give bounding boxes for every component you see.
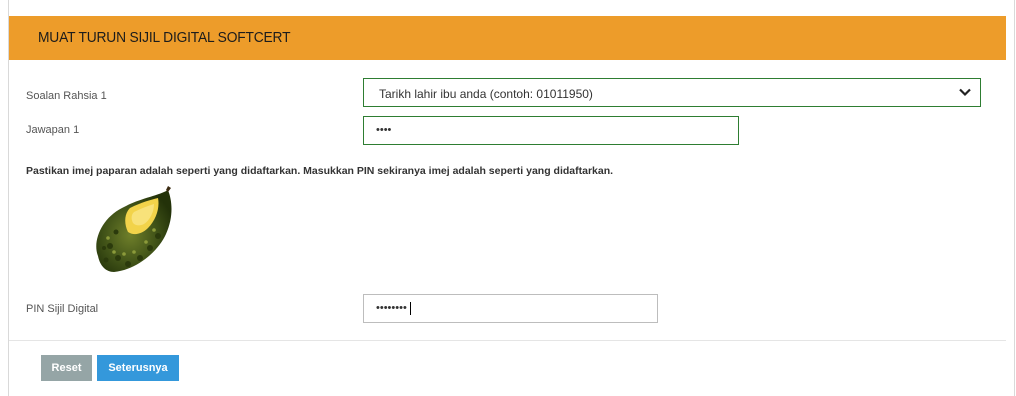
answer-input[interactable]: •••• (363, 116, 739, 145)
secret-question-select[interactable]: Tarikh lahir ibu anda (contoh: 01011950) (363, 78, 981, 107)
text-cursor (410, 302, 411, 315)
secret-question-value: Tarikh lahir ibu anda (contoh: 01011950) (379, 87, 593, 101)
secret-question-label: Soalan Rahsia 1 (26, 90, 107, 102)
answer-label: Jawapan 1 (26, 124, 80, 136)
footer-divider (9, 340, 1006, 341)
reset-button-label: Reset (51, 362, 82, 374)
pin-input[interactable]: •••••••• (363, 294, 658, 323)
pin-value: •••••••• (376, 302, 407, 314)
panel-header: MUAT TURUN SIJIL DIGITAL SOFTCERT (9, 16, 1006, 60)
answer-value: •••• (376, 124, 392, 136)
pin-label: PIN Sijil Digital (26, 303, 99, 315)
reset-button[interactable]: Reset (41, 355, 92, 381)
image-verification-notice: Pastikan imej paparan adalah seperti yan… (26, 165, 614, 177)
durian-image (96, 186, 172, 272)
next-button[interactable]: Seterusnya (97, 355, 179, 381)
next-button-label: Seterusnya (108, 362, 168, 374)
chevron-down-icon (959, 88, 971, 97)
page-title: MUAT TURUN SIJIL DIGITAL SOFTCERT (38, 29, 291, 46)
